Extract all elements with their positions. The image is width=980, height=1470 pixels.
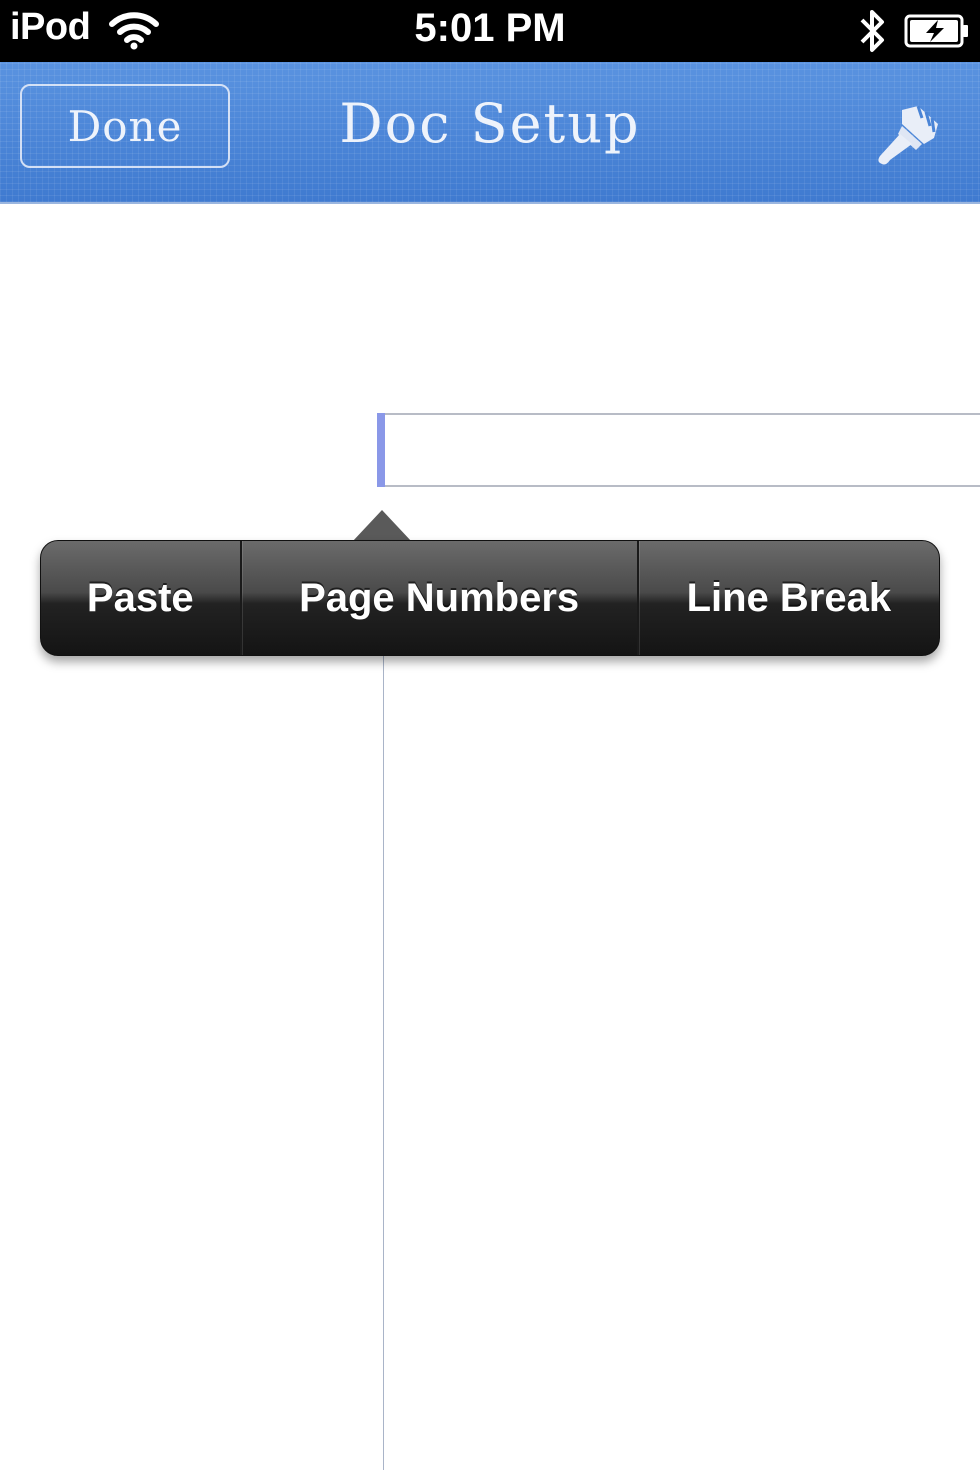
bluetooth-icon — [856, 6, 888, 61]
edit-menu: Paste Page Numbers Line Break — [40, 540, 940, 656]
battery-charging-icon — [904, 14, 970, 53]
status-time: 5:01 PM — [414, 6, 566, 50]
status-bar: iPod 5:01 PM — [0, 0, 980, 62]
page-title: Doc Setup — [339, 92, 641, 155]
paint-brush-icon[interactable] — [872, 104, 944, 175]
document-area[interactable] — [0, 202, 980, 1470]
line-break-menu-item[interactable]: Line Break — [636, 541, 939, 655]
header-text-field[interactable] — [377, 413, 980, 487]
edit-menu-arrow — [352, 510, 412, 542]
paste-menu-item[interactable]: Paste — [41, 541, 240, 655]
page-numbers-menu-item[interactable]: Page Numbers — [239, 541, 637, 655]
margin-line — [383, 652, 384, 1470]
text-caret — [377, 413, 385, 487]
nav-bar: Done Doc Setup — [0, 62, 980, 204]
